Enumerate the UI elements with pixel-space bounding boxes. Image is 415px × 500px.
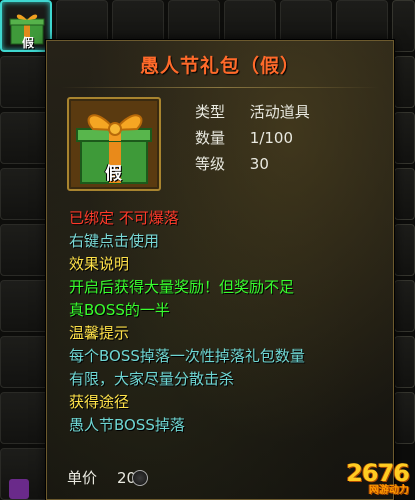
site-watermark-logo: 2676 网游动力 bbox=[346, 459, 410, 496]
item-icon-badge: 假 bbox=[105, 164, 122, 184]
inventory-slot[interactable] bbox=[392, 0, 415, 52]
inventory-slot[interactable] bbox=[0, 392, 52, 444]
effect-heading: 效果说明 bbox=[69, 255, 130, 273]
inventory-slot[interactable] bbox=[0, 56, 52, 108]
effect-line: 开启后获得大量奖励！但奖励不足 bbox=[69, 278, 295, 296]
source-heading: 获得途径 bbox=[69, 393, 130, 411]
inventory-slot[interactable] bbox=[394, 168, 415, 220]
stat-key: 数量 bbox=[195, 129, 226, 147]
inventory-slot[interactable] bbox=[0, 280, 52, 332]
item-tooltip: 愚人节礼包（假） 假 类型 活动道具 数量 1/100 等级 30 已绑定 不可… bbox=[46, 40, 394, 500]
inventory-slot[interactable] bbox=[394, 336, 415, 388]
item-title: 愚人节礼包（假） bbox=[139, 55, 300, 77]
item-thumbnail bbox=[9, 479, 29, 499]
item-description: 已绑定 不可爆落 右键点击使用 效果说明 开启后获得大量奖励！但奖励不足 真BO… bbox=[69, 207, 389, 437]
inventory-slot[interactable] bbox=[394, 392, 415, 444]
item-price: 单价 20 bbox=[67, 467, 149, 488]
item-icon-frame: 假 bbox=[67, 97, 161, 191]
usage-hint: 右键点击使用 bbox=[69, 232, 160, 250]
title-divider bbox=[61, 87, 379, 88]
inventory-slot[interactable] bbox=[394, 112, 415, 164]
tip-line: 每个BOSS掉落一次性掉落礼包数量 bbox=[69, 347, 305, 365]
inventory-slot[interactable] bbox=[0, 336, 52, 388]
selected-slot-badge: 假 bbox=[22, 36, 35, 50]
effect-line: 真BOSS的一半 bbox=[69, 301, 170, 319]
stat-key: 类型 bbox=[195, 103, 226, 121]
bind-status: 已绑定 不可爆落 bbox=[69, 209, 179, 227]
stat-value: 活动道具 bbox=[249, 103, 310, 121]
inventory-slot[interactable] bbox=[0, 448, 52, 500]
inventory-slot[interactable] bbox=[394, 56, 415, 108]
item-stats: 类型 活动道具 数量 1/100 等级 30 bbox=[195, 99, 310, 177]
inventory-slot-selected[interactable]: 假 bbox=[0, 0, 52, 52]
price-label: 单价 bbox=[67, 469, 98, 487]
tip-line: 有限，大家尽量分散击杀 bbox=[69, 370, 235, 388]
tip-heading: 温馨提示 bbox=[69, 324, 130, 342]
stat-level: 等级 30 bbox=[195, 151, 310, 177]
stat-quantity: 数量 1/100 bbox=[195, 125, 310, 151]
inventory-slot[interactable] bbox=[394, 280, 415, 332]
stat-value: 30 bbox=[249, 155, 269, 173]
stat-value: 1/100 bbox=[249, 129, 294, 147]
coin-icon bbox=[132, 469, 149, 486]
stat-type: 类型 活动道具 bbox=[195, 99, 310, 125]
inventory-slot[interactable] bbox=[394, 224, 415, 276]
stat-key: 等级 bbox=[195, 155, 226, 173]
source-line: 愚人节BOSS掉落 bbox=[69, 416, 185, 434]
inventory-slot[interactable] bbox=[0, 224, 52, 276]
inventory-slot[interactable] bbox=[0, 168, 52, 220]
inventory-slot[interactable] bbox=[0, 112, 52, 164]
